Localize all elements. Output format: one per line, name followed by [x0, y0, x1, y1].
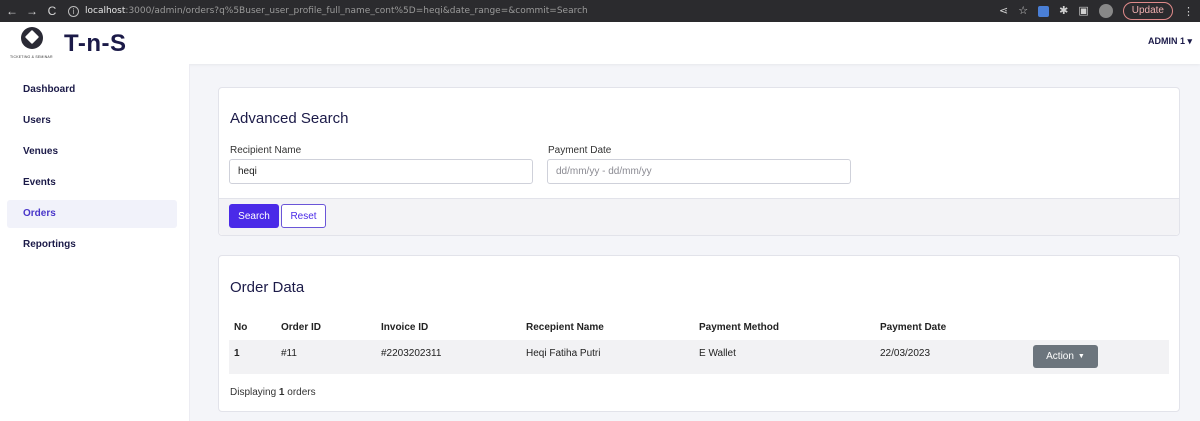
cell-no: 1: [234, 348, 240, 359]
sidepanel-icon[interactable]: ▣: [1078, 0, 1088, 22]
cell-payment-date: 22/03/2023: [880, 348, 931, 359]
search-card-title: Advanced Search: [230, 110, 349, 127]
orders-count-note: Displaying 1 orders: [230, 387, 316, 398]
column-header-recipient-name: Recepient Name: [526, 322, 604, 333]
sidebar-item-dashboard[interactable]: Dashboard: [7, 76, 177, 104]
orders-count: 1: [278, 387, 285, 398]
order-data-card: Order Data No Order ID Invoice ID Recepi…: [218, 255, 1180, 412]
url-text: localhost:3000/admin/orders?q%5Buser_use…: [85, 6, 588, 16]
cell-recipient-name: Heqi Fatiha Putri: [526, 348, 601, 359]
brand-title[interactable]: T-n-S: [64, 30, 127, 58]
column-header-payment-date: Payment Date: [880, 322, 947, 333]
cell-order-id: #11: [281, 348, 297, 359]
address-bar[interactable]: i localhost:3000/admin/orders?q%5Buser_u…: [68, 0, 999, 22]
more-icon[interactable]: ⋮: [1183, 5, 1194, 18]
column-header-no: No: [234, 322, 248, 333]
sidebar-item-venues[interactable]: Venues: [7, 138, 177, 166]
cell-invoice-id: #2203202311: [381, 348, 442, 359]
column-header-order-id: Order ID: [281, 322, 322, 333]
back-icon[interactable]: ←: [2, 0, 22, 22]
advanced-search-card: Advanced Search Recipient Name heqi Paym…: [218, 87, 1180, 236]
info-icon[interactable]: i: [68, 5, 79, 17]
extension-icon[interactable]: [1038, 5, 1050, 17]
recipient-name-input[interactable]: heqi: [229, 159, 533, 184]
sidebar-item-users[interactable]: Users: [7, 107, 177, 135]
puzzle-icon[interactable]: ✱: [1059, 0, 1068, 22]
profile-avatar[interactable]: [1098, 4, 1113, 18]
payment-date-label: Payment Date: [548, 145, 612, 156]
app-header: TICKETING & SEMINAR T-n-S ADMIN 1 ▾: [0, 22, 1200, 64]
forward-icon[interactable]: →: [22, 0, 42, 22]
search-card-footer: Search Reset: [219, 198, 1179, 235]
column-header-payment-method: Payment Method: [699, 322, 780, 333]
update-button[interactable]: Update: [1122, 2, 1173, 20]
logo-tagline: TICKETING & SEMINAR: [10, 55, 53, 59]
share-icon[interactable]: ⋖: [999, 0, 1008, 22]
action-label: Action: [1046, 351, 1074, 362]
order-card-title: Order Data: [230, 279, 305, 296]
action-dropdown-button[interactable]: Action ▼: [1033, 345, 1098, 368]
column-header-invoice-id: Invoice ID: [381, 322, 429, 333]
sidebar-item-orders[interactable]: Orders: [7, 200, 177, 228]
payment-date-input[interactable]: dd/mm/yy - dd/mm/yy: [547, 159, 851, 184]
sidebar-item-reportings[interactable]: Reportings: [7, 231, 177, 259]
admin-dropdown[interactable]: ADMIN 1 ▾: [1148, 36, 1192, 47]
reset-button[interactable]: Reset: [281, 204, 326, 228]
sidebar-item-events[interactable]: Events: [7, 169, 177, 197]
reload-icon[interactable]: C: [42, 0, 62, 22]
search-button[interactable]: Search: [229, 204, 279, 228]
sidebar: Dashboard Users Venues Events Orders Rep…: [0, 64, 190, 421]
logo-icon[interactable]: [18, 27, 46, 51]
browser-toolbar: ← → C i localhost:3000/admin/orders?q%5B…: [0, 0, 1200, 22]
cell-payment-method: E Wallet: [699, 348, 736, 359]
caret-down-icon: ▼: [1077, 353, 1085, 360]
star-icon[interactable]: ☆: [1018, 0, 1028, 22]
recipient-name-label: Recipient Name: [230, 145, 302, 156]
